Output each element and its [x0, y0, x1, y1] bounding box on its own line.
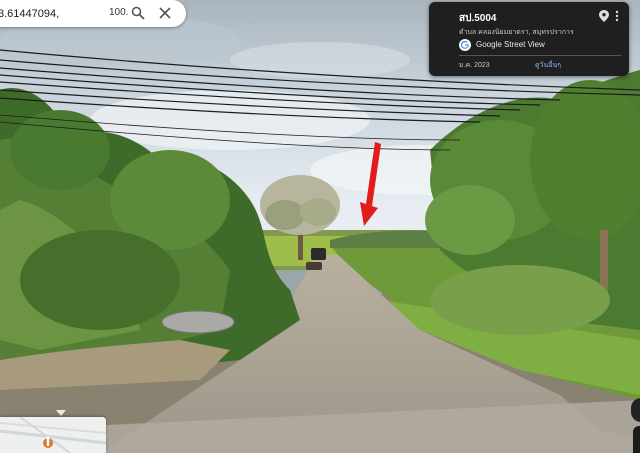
location-subtitle: ตำบล คลองนิยมยาตรา, สมุทรปราการ	[459, 29, 574, 36]
search-icon[interactable]	[131, 6, 145, 20]
close-icon[interactable]	[158, 6, 172, 20]
search-input[interactable]	[0, 6, 98, 21]
search-text-suffix: 100.	[109, 7, 129, 18]
card-divider	[459, 55, 621, 56]
minimap-map	[0, 417, 106, 453]
ground-disc	[161, 310, 235, 334]
parked-vehicle	[311, 248, 326, 260]
provider-label: Google Street View	[476, 40, 545, 49]
minimap[interactable]	[0, 417, 106, 453]
street-view-info-card: สป.5004 ตำบล คลองนิยมยาตรา, สมุทรปราการ …	[429, 2, 629, 76]
compass-control[interactable]	[631, 398, 640, 422]
search-box: 100.	[0, 0, 186, 27]
google-g-icon	[459, 39, 471, 51]
location-pin-icon[interactable]	[599, 10, 609, 22]
view-control[interactable]	[633, 426, 640, 453]
capture-date: ม.ค. 2023	[459, 62, 490, 69]
location-title: สป.5004	[459, 13, 497, 24]
see-more-dates-link[interactable]: ดูวันอื่นๆ	[535, 60, 561, 71]
more-vert-icon[interactable]	[614, 10, 620, 22]
